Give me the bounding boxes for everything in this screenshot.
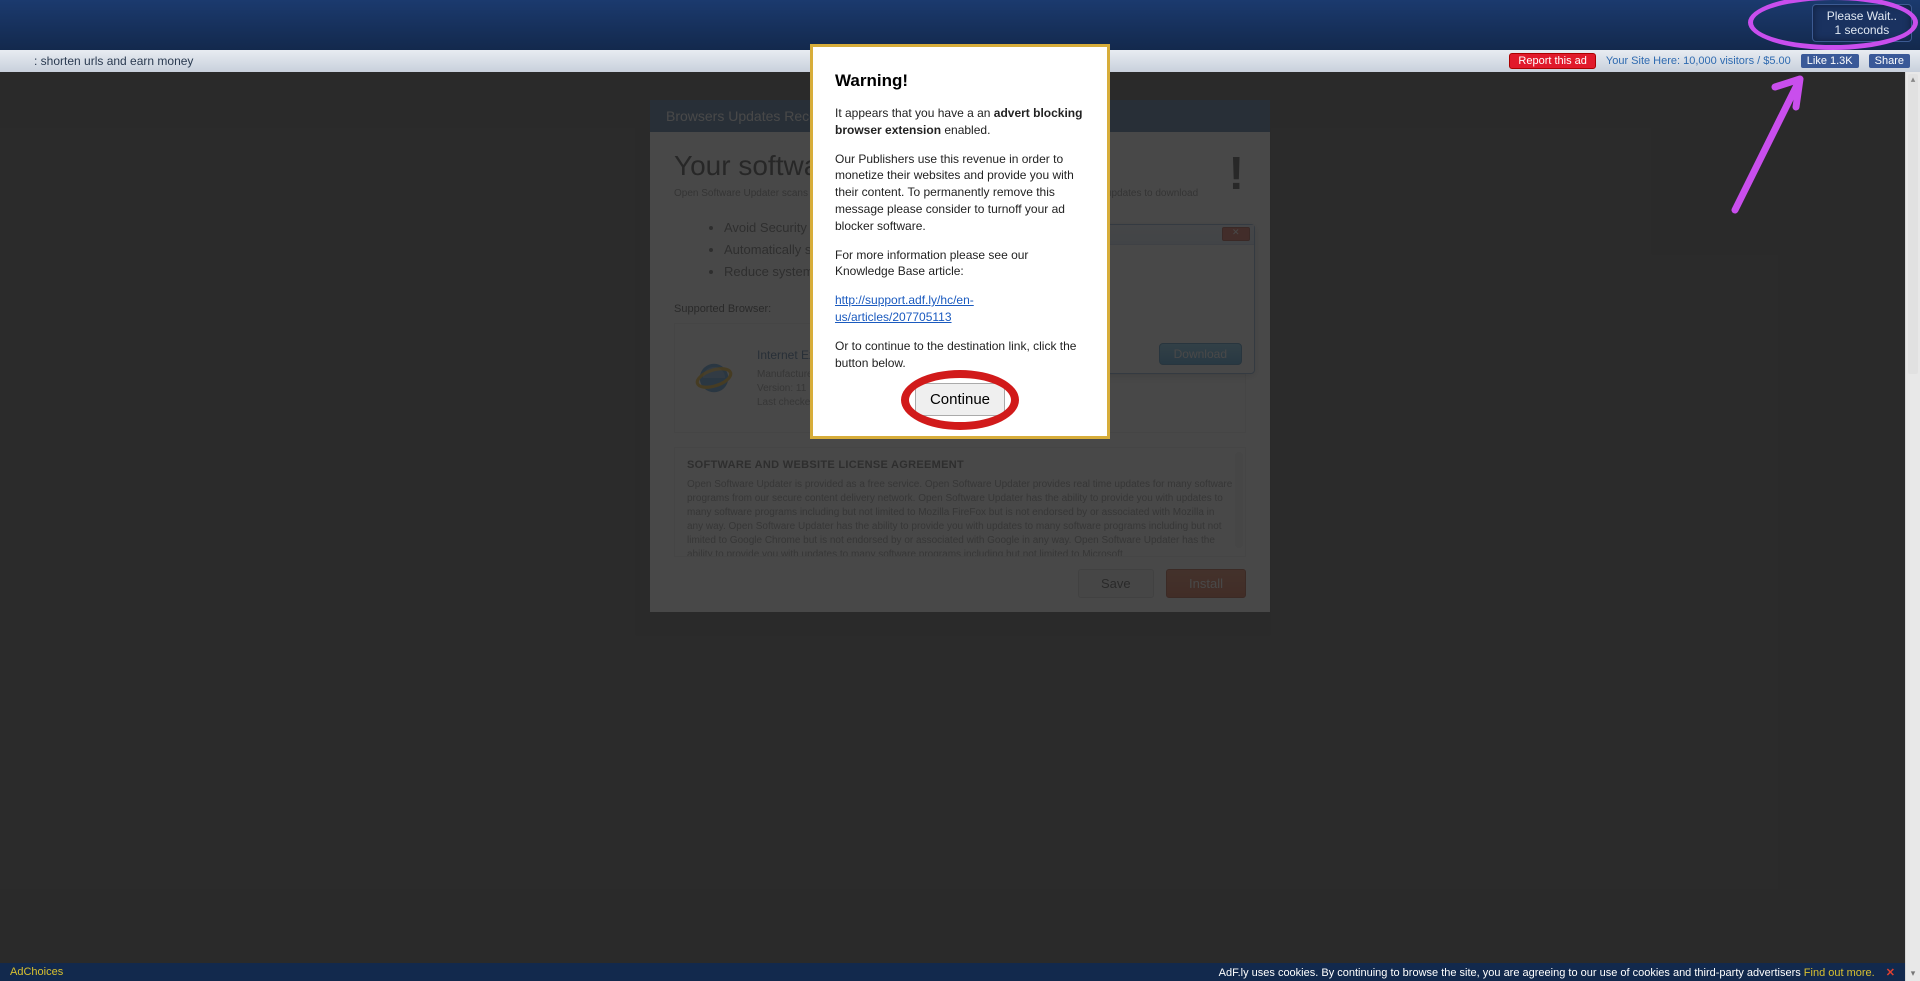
cookie-close-icon[interactable]: ✕ (1886, 967, 1895, 979)
cookie-text: AdF.ly uses cookies. By continuing to br… (1219, 967, 1804, 979)
like-button[interactable]: Like 1.3K (1801, 54, 1859, 68)
modal-paragraph-1: It appears that you have a an advert blo… (835, 105, 1085, 139)
modal-paragraph-2: Our Publishers use this revenue in order… (835, 151, 1085, 235)
sub-toolbar-right: Report this ad Your Site Here: 10,000 vi… (1509, 53, 1910, 69)
modal-paragraph-3: For more information please see our Know… (835, 247, 1085, 281)
find-out-more-link[interactable]: Find out more. (1804, 967, 1875, 979)
modal-paragraph-4: Or to continue to the destination link, … (835, 338, 1085, 372)
scrollbar-thumb[interactable] (1908, 74, 1918, 374)
adchoices-link[interactable]: AdChoices (10, 966, 63, 978)
adblock-warning-modal: Warning! It appears that you have a an a… (810, 44, 1110, 439)
report-ad-button[interactable]: Report this ad (1509, 53, 1595, 69)
continue-button[interactable]: Continue (915, 383, 1005, 416)
cookie-bar: AdChoices AdF.ly uses cookies. By contin… (0, 963, 1905, 981)
tagline-text: : shorten urls and earn money (10, 54, 193, 68)
modal-title: Warning! (835, 71, 1085, 91)
wait-line-1: Please Wait.. (1827, 9, 1897, 23)
scroll-down-icon[interactable]: ▾ (1906, 966, 1920, 981)
cookie-bar-right: AdF.ly uses cookies. By continuing to br… (1219, 966, 1895, 979)
your-site-link[interactable]: Your Site Here: 10,000 visitors / $5.00 (1606, 55, 1791, 67)
please-wait-pill: Please Wait.. 1 seconds (1812, 4, 1912, 42)
top-banner: Please Wait.. 1 seconds (0, 0, 1920, 50)
kb-article-link[interactable]: http://support.adf.ly/hc/en-us/articles/… (835, 293, 974, 324)
vertical-scrollbar[interactable]: ▴ ▾ (1905, 72, 1920, 981)
share-button[interactable]: Share (1869, 54, 1910, 68)
continue-wrap: Continue (835, 383, 1085, 416)
wait-line-2: 1 seconds (1827, 23, 1897, 37)
